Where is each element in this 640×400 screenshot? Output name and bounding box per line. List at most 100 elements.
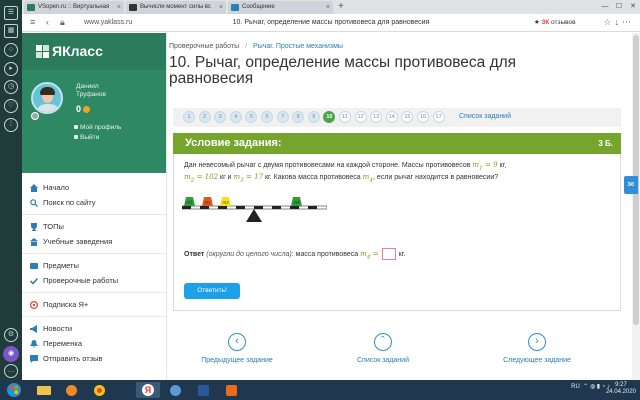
task-page-13[interactable]: 13 (370, 111, 383, 123)
sidebar-item-news[interactable]: Новости (22, 321, 166, 336)
sidebar-item-home[interactable]: Начало (22, 180, 166, 195)
sidebar: ЯКласс Даниил Труфанов 0 Мой профиль Вый… (22, 33, 167, 380)
next-task-button[interactable]: › Следующее задание (487, 333, 587, 364)
sidebar-item-tests[interactable]: Проверочные работы (22, 273, 166, 288)
task-page-12[interactable]: 12 (354, 111, 367, 123)
sidebar-item-search[interactable]: Поиск по сайту (22, 195, 166, 210)
sidebar-item-break[interactable]: Переменка (22, 336, 166, 351)
search-icon (30, 199, 38, 207)
book-icon (30, 263, 38, 269)
tab-vsopen[interactable]: VSopen.ru :: Виртуальная × (24, 1, 124, 14)
window-controls: — ☐ ✕ (598, 0, 640, 14)
prev-task-button[interactable]: ‹ Предыдущее задание (187, 333, 287, 364)
clock-icon[interactable]: ◷ (4, 80, 18, 94)
tab-moment[interactable]: Вычисли момент силы вс × (126, 1, 226, 14)
answer-input[interactable] (381, 248, 396, 260)
task-page-4[interactable]: 4 (229, 111, 242, 123)
sidebar-item-schools[interactable]: Учебные заведения (22, 234, 166, 249)
trophy-icon (31, 223, 37, 231)
apps-icon[interactable]: ⁞ (4, 118, 18, 132)
clock[interactable]: 9:27 24.04.2020 (606, 382, 636, 396)
explorer-app[interactable] (32, 382, 56, 398)
grid-icon[interactable]: ▦ (4, 24, 18, 38)
toolbar-icons[interactable]: ☆↓⋯ (603, 17, 634, 28)
new-tab-button[interactable]: + (338, 0, 344, 13)
task-page-1[interactable]: 1 (183, 111, 195, 123)
chrome-app[interactable] (88, 382, 112, 398)
lock-icon: 🔒︎ (60, 17, 65, 27)
home-icon (30, 184, 38, 192)
task-page-2[interactable]: 2 (198, 111, 211, 123)
task-page-15[interactable]: 15 (401, 111, 414, 123)
weight-m4: m4 (291, 197, 302, 206)
coin-icon (83, 106, 91, 114)
m3-var: m3 = 17 (233, 173, 264, 184)
heart-icon[interactable]: ♡ (4, 99, 18, 113)
my-profile-link[interactable]: Мой профиль (73, 124, 121, 131)
logout-link[interactable]: Выйти (73, 134, 99, 141)
assistant-icon[interactable]: ◉ (3, 346, 19, 362)
avatar[interactable] (31, 82, 63, 114)
reviews-badge[interactable]: ★ 3К отзывов (534, 18, 576, 26)
check-icon (30, 277, 38, 285)
url-text[interactable]: www.yaklass.ru (84, 19, 132, 26)
more-icon[interactable]: … (4, 364, 18, 378)
task-list-link[interactable]: Список заданий (459, 113, 511, 120)
task-list-button[interactable]: ˆ Список заданий (333, 333, 433, 364)
sidebar-item-feedback[interactable]: Отправить отзыв (22, 351, 166, 366)
fulcrum-shape (246, 209, 262, 222)
sidebar-item-subscription[interactable]: Подписка Я+ (22, 297, 166, 312)
task-page-11[interactable]: 11 (339, 111, 351, 123)
menu-burger-icon[interactable]: ≡ (30, 17, 35, 27)
menu-icon[interactable]: ☰ (4, 6, 18, 20)
windows-start-icon[interactable] (2, 382, 26, 398)
app-icon[interactable] (220, 382, 244, 398)
close-icon[interactable]: × (117, 1, 121, 14)
task-header: Условие задания: 3 Б. (173, 133, 621, 154)
feedback-icon (30, 355, 38, 363)
sidebar-item-tops[interactable]: ТОПы (22, 219, 166, 234)
points-counter[interactable]: 0 (76, 104, 91, 114)
feedback-email-icon[interactable]: ✉ (624, 176, 638, 194)
browser-app[interactable] (164, 382, 188, 398)
tab-message[interactable]: Сообщение × (228, 1, 333, 14)
m2-var: m2 = 102 (184, 173, 219, 184)
minimize-icon[interactable]: — (598, 0, 612, 14)
m1-var: m1 = 9 (472, 161, 498, 172)
taskbar: Я RU ⌃ ◍ ▮ ◔ ♪ 9:27 24.04.2020 (0, 380, 640, 400)
media-app[interactable] (60, 382, 84, 398)
task-page-9[interactable]: 9 (307, 111, 320, 123)
close-icon[interactable]: × (326, 1, 330, 14)
close-window-icon[interactable]: ✕ (626, 0, 640, 14)
task-page-16[interactable]: 16 (417, 111, 429, 123)
task-page-14[interactable]: 14 (385, 111, 398, 123)
sidebar-item-subjects[interactable]: Предметы (22, 258, 166, 273)
user-name[interactable]: Даниил Труфанов (76, 83, 106, 99)
close-icon[interactable]: × (219, 1, 223, 14)
scrollbar[interactable] (632, 33, 640, 380)
back-icon[interactable]: ‹ (46, 17, 49, 27)
system-tray[interactable]: RU ⌃ ◍ ▮ ◔ ♪ (571, 383, 610, 390)
settings-icon[interactable]: ⚙ (4, 328, 18, 342)
task-page-17[interactable]: 17 (432, 111, 445, 123)
chevron-left-icon: ‹ (228, 333, 246, 351)
yandex-browser-app[interactable]: Я (136, 382, 160, 398)
task-page-8[interactable]: 8 (292, 111, 305, 123)
task-page-7[interactable]: 7 (276, 111, 289, 123)
brand-logo[interactable]: ЯКласс (22, 33, 166, 70)
task-page-3[interactable]: 3 (214, 111, 227, 123)
subscription-icon (30, 301, 38, 309)
m4-var: m4 (362, 173, 373, 184)
word-app[interactable] (192, 382, 216, 398)
circle-icon[interactable]: ○ (4, 43, 18, 57)
user-profile-panel: Даниил Труфанов 0 Мой профиль Выйти (22, 70, 166, 173)
task-page-5[interactable]: 5 (245, 111, 258, 123)
breadcrumb-topic[interactable]: Рычаг. Простые механизмы (253, 43, 343, 50)
play-icon[interactable]: ▸ (4, 62, 18, 76)
submit-button[interactable]: Ответить! (184, 283, 240, 299)
task-page-6[interactable]: 6 (261, 111, 273, 123)
yaklass-logo-icon (36, 45, 49, 58)
breadcrumb-tests[interactable]: Проверочные работы (169, 43, 239, 50)
maximize-icon[interactable]: ☐ (612, 0, 626, 14)
task-page-10[interactable]: 10 (323, 111, 336, 123)
